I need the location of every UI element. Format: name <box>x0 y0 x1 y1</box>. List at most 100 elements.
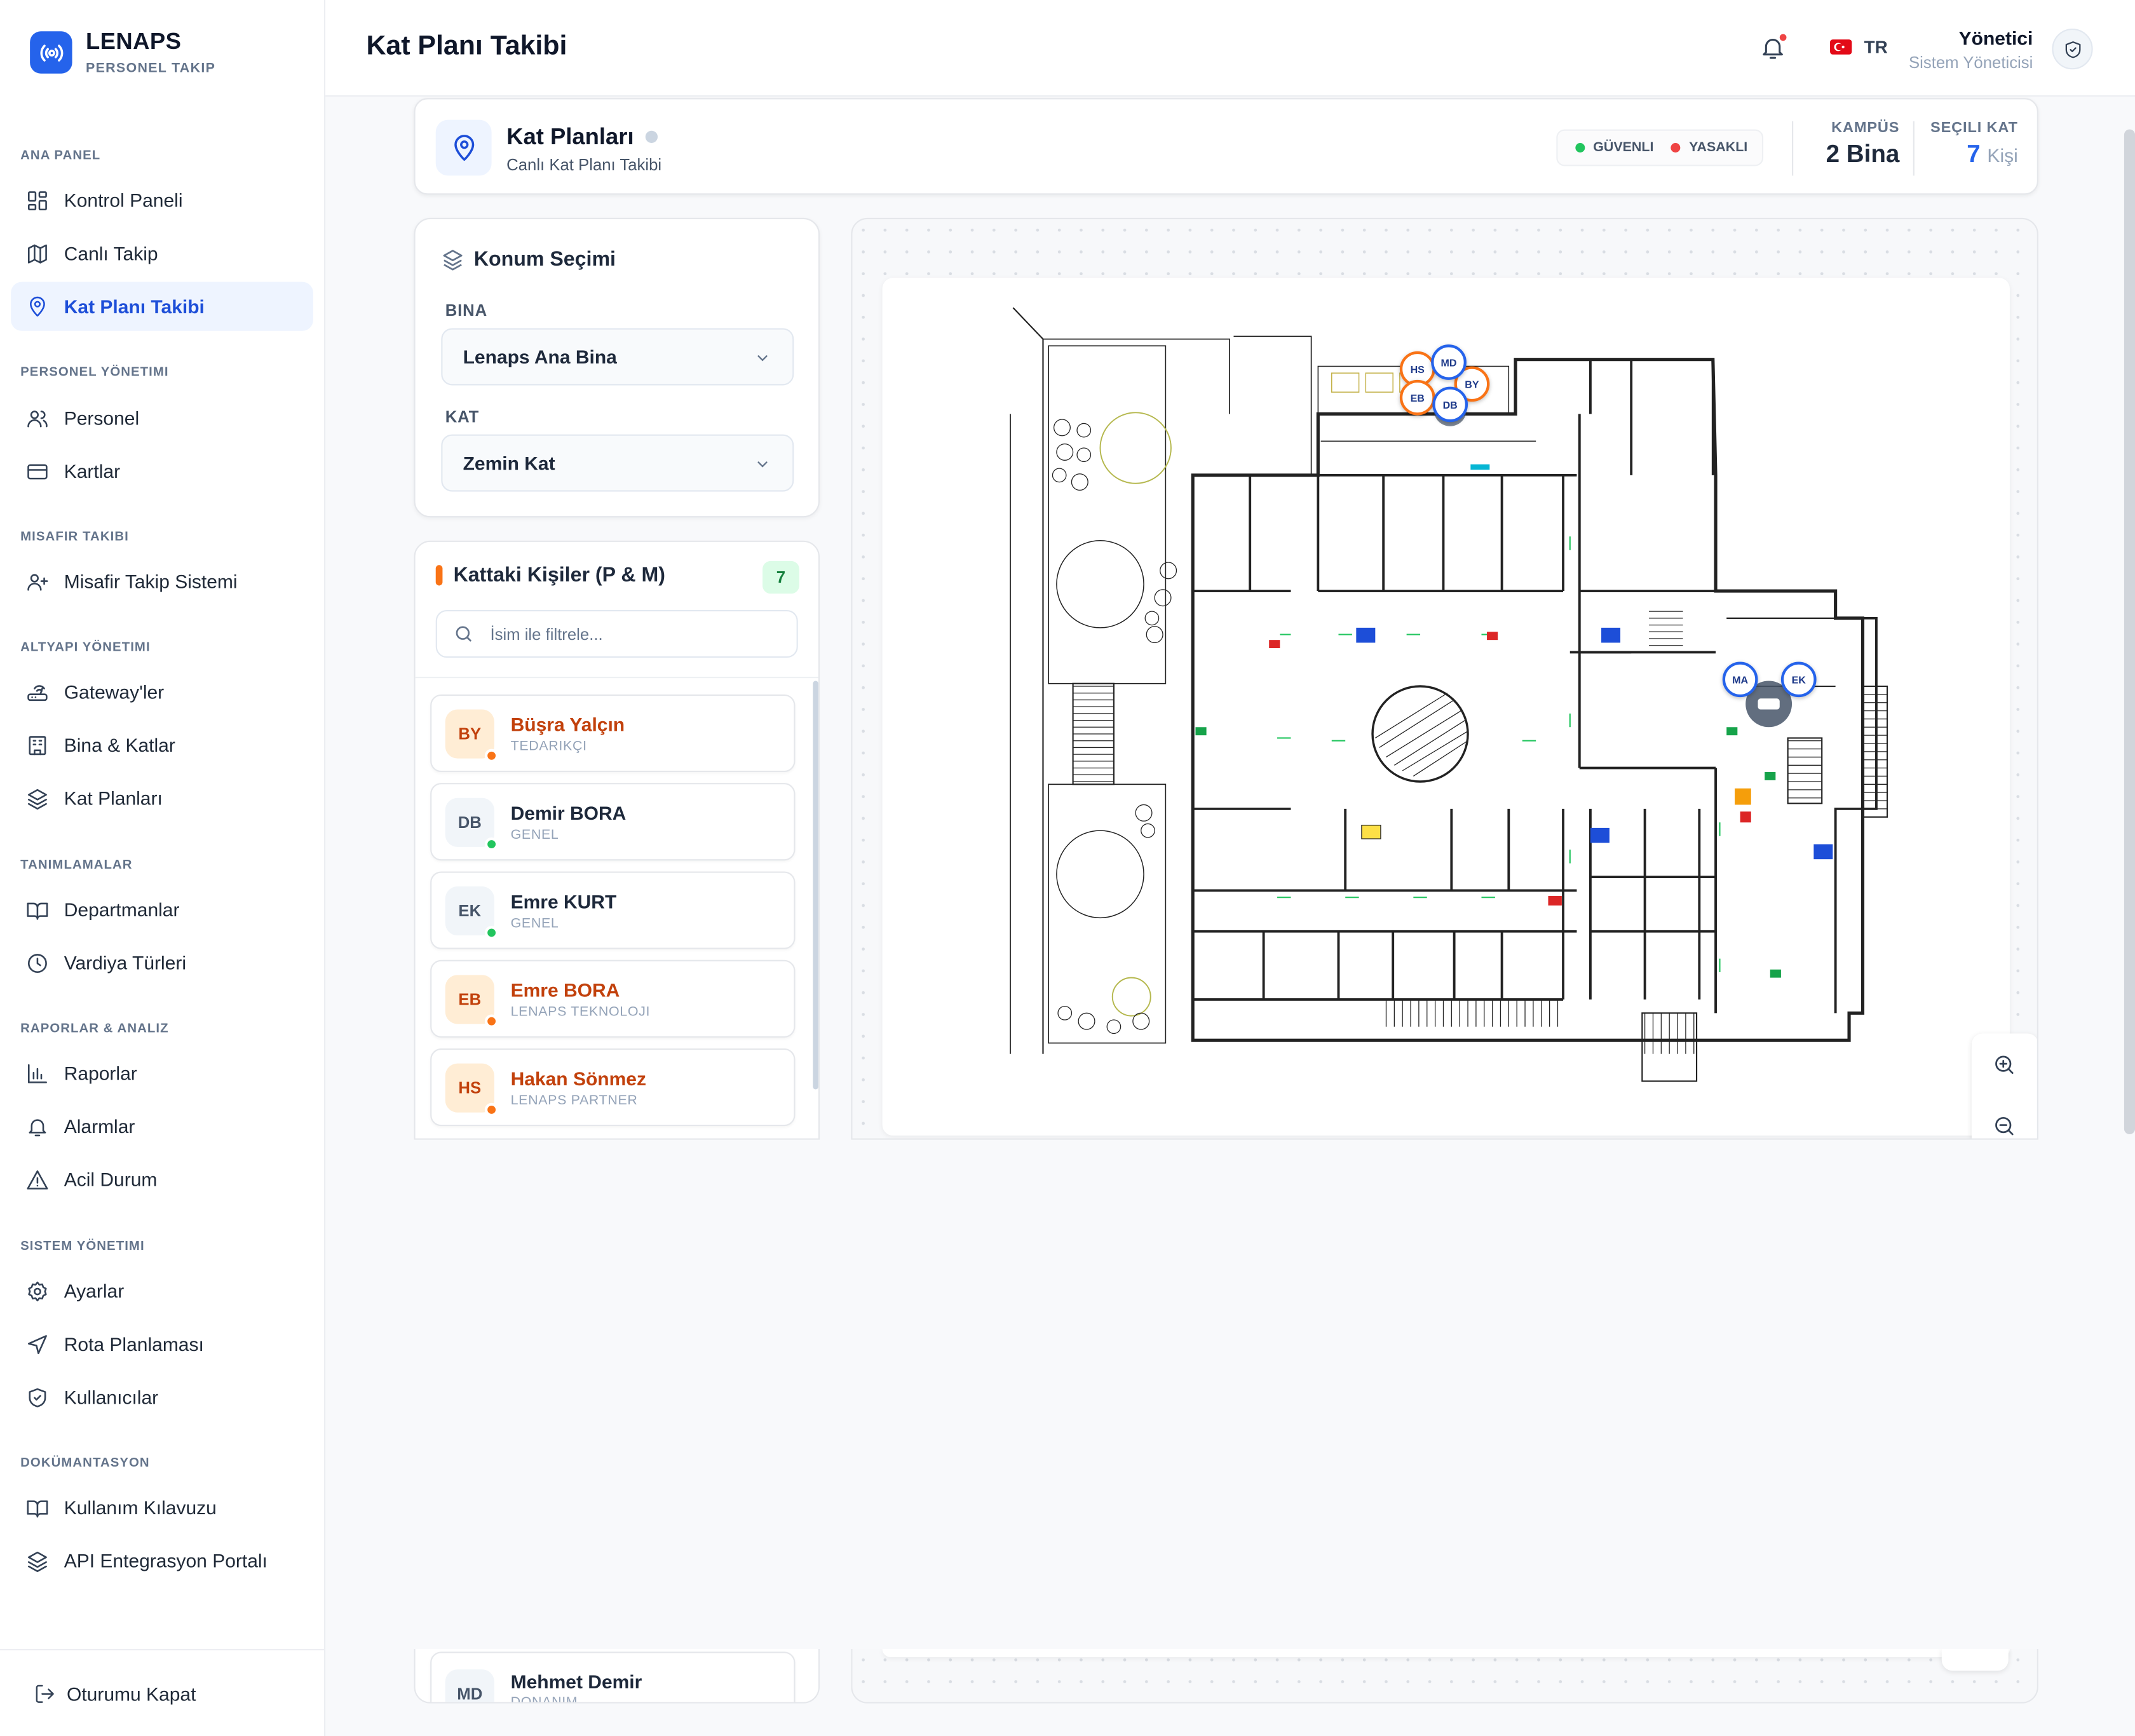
sidebar-item-vardiya-turleri[interactable]: Vardiya Türleri <box>11 938 313 987</box>
sidebar-item-label: Kullanım Kılavuzu <box>64 1496 217 1519</box>
person-card[interactable]: EB Emre BORA LENAPS TEKNOLOJI <box>430 960 796 1038</box>
sidebar-item-label: Canlı Takip <box>64 242 158 264</box>
person-card[interactable]: MD Mehmet Demir DONANIM <box>430 1651 796 1702</box>
search-input[interactable] <box>490 624 763 644</box>
sidebar-item-label: Raporlar <box>64 1062 137 1084</box>
chevron-down-icon <box>757 355 768 362</box>
forbidden-dot <box>1671 143 1681 153</box>
bell-icon <box>29 1118 46 1136</box>
language-label: TR <box>1864 36 1888 58</box>
map-marker-person[interactable]: MA <box>1722 661 1758 698</box>
floor-select[interactable]: Zemin Kat <box>441 434 794 492</box>
sidebar-item-gateways[interactable]: Gateway'ler <box>11 667 313 716</box>
selected-floor-stat: SEÇILI KAT 7 Kişi <box>1930 120 2018 169</box>
sidebar-item-misafir-takip[interactable]: Misafir Takip Sistemi <box>11 557 313 606</box>
floorplans-header-card: Kat Planları Canlı Kat Planı Takibi GÜVE… <box>414 98 2038 195</box>
zoom-in-icon <box>1995 1055 2014 1074</box>
sidebar-item-kat-planlari[interactable]: Kat Planları <box>11 773 313 822</box>
sidebar-item-kullanim-kilavuzu[interactable]: Kullanım Kılavuzu <box>11 1483 313 1532</box>
sidebar-item-label: Kat Planları <box>64 787 163 809</box>
sidebar-item-label: Kat Planı Takibi <box>64 295 205 318</box>
logout-icon <box>36 1684 54 1702</box>
sidebar-item-rota-planlamasi[interactable]: Rota Planlaması <box>11 1319 313 1368</box>
section-misafir-takibi: MISAFIR TAKIBI <box>20 529 129 545</box>
sidebar-item-kat-plani-takibi[interactable]: Kat Planı Takibi <box>11 281 313 331</box>
person-card[interactable]: DB Demir BORA GENEL <box>430 783 796 861</box>
credit-card-icon <box>27 463 48 479</box>
building-select-value: Lenaps Ana Bina <box>463 346 617 368</box>
section-sistem-yonetimi: SISTEM YÖNETIMI <box>20 1239 145 1254</box>
person-dept: LENAPS PARTNER <box>510 1093 638 1109</box>
bar-chart-icon <box>27 1063 47 1083</box>
zoom-in-button[interactable] <box>1988 1048 2021 1081</box>
user-role: Sistem Yöneticisi <box>1909 53 2033 72</box>
book-open-icon <box>27 1500 48 1517</box>
floorplans-subtitle: Canlı Kat Planı Takibi <box>506 155 662 175</box>
building-select[interactable]: Lenaps Ana Bina <box>441 328 794 386</box>
person-card[interactable]: EK Emre KURT GENEL <box>430 871 796 949</box>
language-selector[interactable]: TR <box>1830 37 1888 57</box>
avatar[interactable] <box>2052 29 2093 70</box>
brand[interactable]: LENAPS PERSONEL TAKIP <box>30 29 215 76</box>
person-card[interactable]: HS Hakan Sönmez LENAPS PARTNER <box>430 1048 796 1127</box>
search-icon <box>456 626 471 642</box>
brand-title: LENAPS <box>86 29 182 55</box>
sidebar-item-kullanicilar[interactable]: Kullanıcılar <box>11 1373 313 1421</box>
map-marker-person[interactable]: EK <box>1780 661 1817 698</box>
sidebar-item-label: API Entegrasyon Portalı <box>64 1549 268 1571</box>
sidebar-item-ayarlar[interactable]: Ayarlar <box>11 1266 313 1315</box>
person-avatar: EB <box>445 975 499 1028</box>
map-marker-person[interactable]: MD <box>1431 344 1467 380</box>
page-scrollbar[interactable] <box>2124 129 2135 1135</box>
people-on-floor-card: Kattaki Kişiler (P & M) 7 BY Büşra Yalçı… <box>414 540 820 1140</box>
people-list-scrollbar[interactable] <box>813 681 818 1090</box>
floorplan-canvas[interactable]: HS BY EB DB MD MA EK <box>882 278 2037 1139</box>
zoom-controls <box>1971 1033 2037 1139</box>
sidebar-item-label: Kullanıcılar <box>64 1386 159 1408</box>
sidebar-item-kontrol-paneli[interactable]: Kontrol Paneli <box>11 175 313 224</box>
notification-dot <box>1778 32 1788 43</box>
sidebar-item-bina-katlar[interactable]: Bina & Katlar <box>11 721 313 770</box>
campus-stat: KAMPÜS 2 Bina <box>1826 120 1900 169</box>
zoom-out-button[interactable] <box>1988 1109 2021 1138</box>
user-info[interactable]: Yönetici Sistem Yöneticisi <box>1909 27 2033 72</box>
map-marker-person[interactable]: DB <box>1432 386 1468 423</box>
section-raporlar-analiz: RAPORLAR & ANALIZ <box>20 1021 169 1036</box>
alert-triangle-icon <box>27 1169 48 1189</box>
accent-bar <box>435 565 443 586</box>
divider <box>1792 121 1794 176</box>
sidebar-item-label: Departmanlar <box>64 899 180 921</box>
person-name: Mehmet Demir <box>510 1671 642 1693</box>
sidebar-item-label: Vardiya Türleri <box>64 951 187 974</box>
people-count-badge: 7 <box>762 560 799 594</box>
people-search[interactable] <box>435 610 798 658</box>
sidebar-item-kartlar[interactable]: Kartlar <box>11 447 313 496</box>
user-plus-icon <box>27 573 48 590</box>
live-status-dot <box>645 130 658 144</box>
sidebar-item-api-portal[interactable]: API Entegrasyon Portalı <box>11 1536 313 1585</box>
sidebar-item-label: Acil Durum <box>64 1168 158 1190</box>
sidebar-item-label: Alarmlar <box>64 1115 135 1137</box>
divider <box>1913 121 1915 176</box>
zone-legend: GÜVENLI YASAKLI <box>1556 129 1764 166</box>
section-tanimlamalar: TANIMLAMALAR <box>20 858 133 873</box>
section-personel-yonetimi: PERSONEL YÖNETIMI <box>20 365 169 380</box>
sidebar-item-personel[interactable]: Personel <box>11 393 313 442</box>
section-dokumantasyon: DOKÜMANTASYON <box>20 1455 150 1471</box>
sidebar-item-raporlar[interactable]: Raporlar <box>11 1048 313 1097</box>
building-icon <box>29 735 46 755</box>
sidebar-item-label: Misafir Takip Sistemi <box>64 570 238 593</box>
sidebar-item-alarmlar[interactable]: Alarmlar <box>11 1102 313 1151</box>
campus-value: 2 Bina <box>1826 140 1900 168</box>
person-avatar: MD <box>445 1669 494 1702</box>
person-name: Emre KURT <box>510 890 617 912</box>
user-name: Yönetici <box>1958 27 2033 50</box>
map-marker-person[interactable]: EB <box>1399 379 1435 416</box>
sidebar-item-departmanlar[interactable]: Departmanlar <box>11 885 313 934</box>
map-pin-icon <box>30 295 45 316</box>
person-card[interactable]: BY Büşra Yalçın TEDARIKÇI <box>430 694 796 773</box>
sidebar-item-canli-takip[interactable]: Canlı Takip <box>11 229 313 278</box>
sidebar-item-acil-durum[interactable]: Acil Durum <box>11 1155 313 1204</box>
logout-button[interactable]: Oturumu Kapat <box>0 1649 325 1736</box>
layers-icon <box>443 250 463 271</box>
